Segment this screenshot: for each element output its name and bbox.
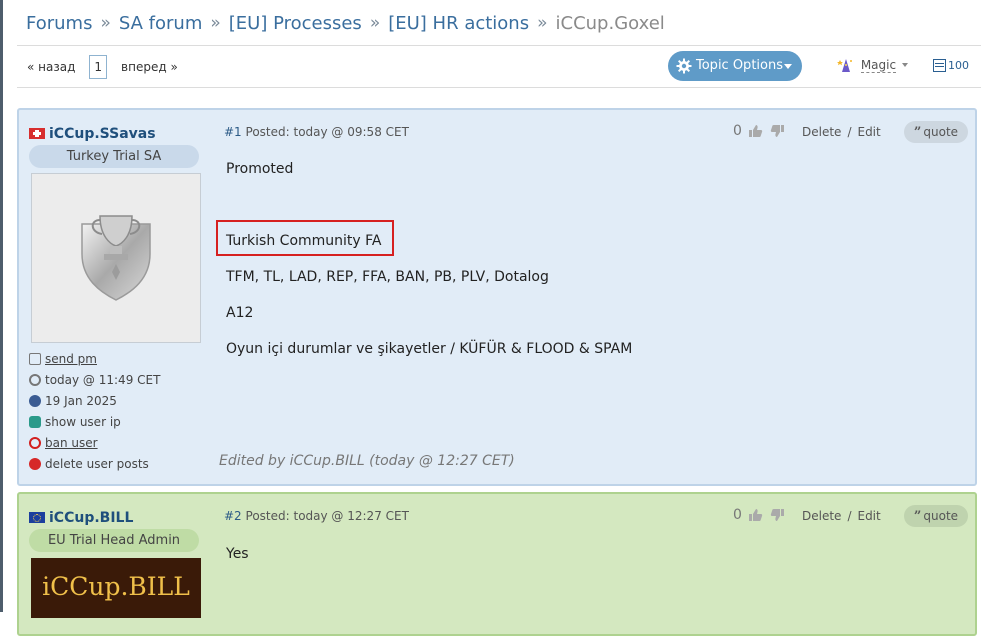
post-author: iCCup.BILL: [29, 507, 133, 526]
username-link[interactable]: iCCup.BILL: [49, 510, 133, 526]
trophy-shield-icon: [81, 215, 151, 301]
avatar: iCCup.BILL: [31, 558, 201, 618]
separator: /: [847, 125, 852, 139]
caret-down-icon: [784, 64, 792, 69]
post-2: iCCup.BILL EU Trial Head Admin iCCup.BIL…: [17, 492, 977, 636]
avatar: [31, 173, 201, 343]
post-body-line: Yes: [226, 546, 249, 562]
thumbs-up-icon[interactable]: [748, 508, 763, 522]
quote-icon: ”: [913, 509, 922, 524]
join-date-text: 19 Jan 2025: [45, 393, 117, 408]
post-date: Posted: today @ 09:58 CET: [245, 125, 409, 139]
edit-post-link[interactable]: Edit: [857, 509, 880, 523]
delete-post-link[interactable]: Delete: [802, 509, 841, 523]
join-date: 19 Jan 2025: [29, 393, 117, 409]
breadcrumb-separator: »: [369, 13, 381, 33]
post-number-link[interactable]: #2: [224, 509, 242, 523]
post-body-line: Oyun içi durumlar ve şikayetler / KÜFÜR …: [226, 341, 633, 357]
send-pm-link[interactable]: send pm: [29, 351, 97, 367]
thumbs-down-icon[interactable]: [770, 508, 785, 522]
username-link[interactable]: iCCup.SSavas: [49, 126, 156, 142]
quote-label: quote: [923, 509, 959, 523]
quote-icon: ”: [913, 125, 922, 140]
separator: /: [847, 509, 852, 523]
posts-per-page-link[interactable]: 100: [933, 58, 969, 72]
breadcrumb-forums[interactable]: Forums: [26, 13, 92, 34]
pagination: « назад 1 вперед »: [27, 55, 178, 79]
thumbs-down-icon[interactable]: [770, 124, 785, 138]
show-user-ip-link[interactable]: show user ip: [29, 414, 121, 430]
quote-button[interactable]: ” quote: [904, 505, 968, 527]
magic-label: Magic: [860, 57, 897, 73]
post-header: #2 Posted: today @ 12:27 CET: [224, 509, 409, 523]
post-number-link[interactable]: #1: [224, 125, 242, 139]
pagination-next-link[interactable]: вперед »: [121, 55, 178, 79]
breadcrumb-sa-forum[interactable]: SA forum: [119, 13, 203, 34]
table-icon: [933, 58, 946, 72]
post-author: iCCup.SSavas: [29, 123, 156, 142]
eu-flag-icon: [29, 512, 45, 523]
rocket-icon: [29, 394, 41, 407]
ban-user-label: ban user: [45, 435, 98, 450]
posts-per-page-value: 100: [948, 58, 969, 72]
topic-options-button[interactable]: Topic Options: [668, 51, 802, 81]
post-actions: Delete / Edit: [802, 125, 881, 139]
breadcrumb-eu-processes[interactable]: [EU] Processes: [229, 13, 362, 34]
left-edge-rule: [0, 0, 3, 612]
clock-icon: [29, 373, 41, 386]
breadcrumb-separator: »: [100, 13, 111, 33]
thumbs-up-icon[interactable]: [748, 124, 763, 138]
show-user-ip-label: show user ip: [45, 414, 121, 429]
post-body-line: A12: [226, 305, 254, 321]
last-seen-text: today @ 11:49 CET: [45, 372, 161, 387]
delete-user-posts-link[interactable]: delete user posts: [29, 456, 149, 472]
delete-post-link[interactable]: Delete: [802, 125, 841, 139]
send-pm-label: send pm: [45, 351, 97, 366]
magic-dropdown[interactable]: Magic: [837, 56, 908, 76]
breadcrumb-separator: »: [210, 13, 221, 33]
post-votes: 0: [733, 123, 785, 139]
pagination-prev-link[interactable]: « назад: [27, 55, 75, 79]
last-seen: today @ 11:49 CET: [29, 372, 160, 388]
topic-options-label: Topic Options: [696, 58, 783, 73]
vote-count: 0: [733, 507, 742, 523]
ban-user-link[interactable]: ban user: [29, 435, 98, 451]
edited-note: Edited by iCCup.BILL (today @ 12:27 CET): [219, 453, 515, 469]
post-date: Posted: today @ 12:27 CET: [245, 509, 409, 523]
toolbar-top-divider: [17, 45, 981, 46]
breadcrumb-current-topic: iCCup.Goxel: [555, 12, 665, 34]
edit-post-link[interactable]: Edit: [857, 125, 880, 139]
delete-user-posts-label: delete user posts: [45, 456, 149, 471]
quote-label: quote: [923, 125, 959, 139]
breadcrumb-separator: »: [537, 13, 548, 33]
gear-icon: [676, 58, 692, 74]
ip-icon: [29, 415, 41, 428]
breadcrumb-eu-hr-actions[interactable]: [EU] HR actions: [388, 13, 529, 34]
breadcrumb: Forums » SA forum » [EU] Processes » [EU] HR a…: [26, 12, 665, 38]
wizard-icon: [837, 59, 852, 72]
pagination-current-page[interactable]: 1: [89, 55, 108, 79]
avatar-logo-text: iCCup.BILL: [42, 572, 190, 601]
vote-count: 0: [733, 123, 742, 139]
switzerland-flag-icon: [29, 128, 45, 139]
user-rank-badge: EU Trial Head Admin: [29, 529, 199, 552]
red-highlight-box: [216, 220, 394, 256]
user-rank-badge: Turkey Trial SA: [29, 145, 199, 168]
close-circle-icon: [29, 457, 41, 470]
post-1: iCCup.SSavas Turkey Trial SA send pm tod…: [17, 108, 977, 486]
toolbar-bottom-divider: [17, 87, 981, 88]
post-actions: Delete / Edit: [802, 509, 881, 523]
caret-down-icon: [901, 63, 908, 67]
post-body-line: TFM, TL, LAD, REP, FFA, BAN, PB, PLV, Do…: [226, 269, 549, 285]
post-votes: 0: [733, 507, 785, 523]
quote-button[interactable]: ” quote: [904, 121, 968, 143]
post-body-line: Promoted: [226, 161, 294, 177]
post-header: #1 Posted: today @ 09:58 CET: [224, 125, 409, 139]
power-icon: [29, 436, 41, 449]
envelope-icon: [29, 352, 41, 365]
